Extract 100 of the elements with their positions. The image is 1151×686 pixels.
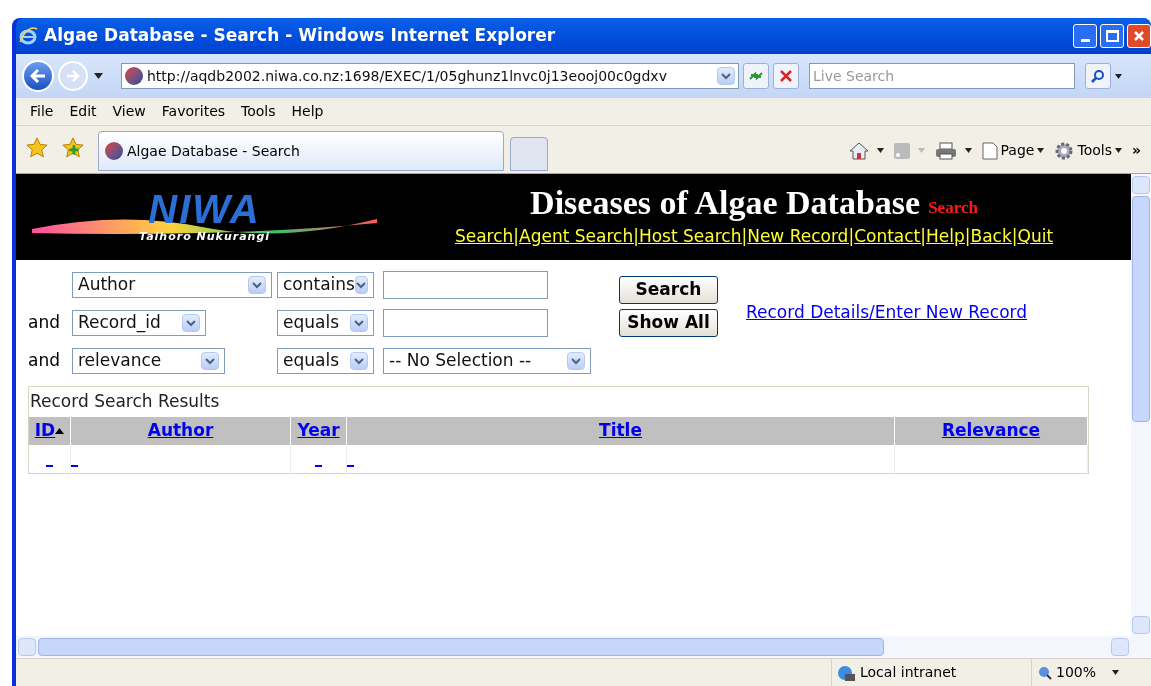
back-arrow-icon — [30, 69, 46, 83]
nav-link[interactable]: Agent Search| — [519, 224, 639, 250]
refresh-button[interactable] — [743, 63, 769, 89]
logo-tagline: Taihoro Nukurangi — [138, 228, 271, 245]
menu-item[interactable]: File — [28, 101, 56, 122]
tools-menu-button[interactable]: Tools — [1054, 140, 1122, 161]
horizontal-scrollbar[interactable] — [16, 636, 1151, 658]
browser-tab[interactable]: Algae Database - Search — [98, 131, 504, 171]
new-tab-button[interactable] — [510, 137, 548, 171]
scroll-thumb[interactable] — [1132, 196, 1150, 422]
vertical-scrollbar[interactable] — [1131, 174, 1151, 636]
dropdown-button[interactable] — [350, 352, 368, 370]
caret-icon — [354, 357, 364, 365]
scroll-thumb[interactable] — [38, 638, 884, 656]
column-header[interactable]: Title — [347, 417, 895, 445]
nav-link[interactable]: Quit — [1017, 224, 1054, 250]
caret-icon — [876, 148, 884, 153]
nav-link[interactable]: New Record| — [747, 224, 855, 250]
select-field[interactable]: -- No Selection -- — [383, 348, 591, 374]
add-favorite-icon[interactable] — [62, 137, 84, 159]
caret-icon — [354, 319, 364, 327]
menu-item[interactable]: View — [110, 101, 148, 122]
gear-icon — [1054, 140, 1075, 161]
form-button[interactable]: Search — [619, 276, 718, 304]
dropdown-button[interactable] — [717, 67, 735, 85]
select-field[interactable]: contains — [277, 272, 374, 298]
menu-item[interactable]: Tools — [239, 101, 278, 122]
feed-icon — [893, 142, 910, 159]
value-field[interactable] — [383, 309, 548, 337]
search-button[interactable] — [1085, 63, 1111, 89]
dropdown-button[interactable] — [567, 352, 585, 370]
house-icon — [848, 141, 869, 160]
dropdown-button[interactable] — [248, 276, 266, 294]
address-field[interactable]: http://aqdb2002.niwa.co.nz:1698/EXEC/1/05ghunz1lnvc0j13eooj00c0gdxv — [121, 63, 739, 89]
nav-link[interactable]: Search| — [454, 224, 520, 250]
caret-icon — [964, 148, 972, 153]
stop-icon — [780, 70, 792, 82]
page-title: Diseases of Algae Database — [530, 184, 921, 223]
feeds-button[interactable] — [893, 142, 925, 159]
print-button[interactable] — [934, 141, 972, 160]
nav-link[interactable]: Back| — [970, 224, 1018, 250]
close-button[interactable] — [1127, 24, 1151, 48]
dropdown-button[interactable] — [201, 352, 219, 370]
caret-icon — [205, 357, 215, 365]
search-icon — [1091, 69, 1105, 83]
value-field[interactable] — [383, 271, 548, 299]
search-field[interactable]: Live Search — [809, 63, 1075, 89]
zoom-dropdown-icon[interactable] — [1112, 670, 1120, 675]
menu-item[interactable]: Help — [289, 101, 326, 122]
refresh-icon — [748, 69, 764, 83]
select-field[interactable]: Record_id — [72, 310, 206, 336]
connector-label: and — [28, 312, 60, 333]
zoom-level[interactable]: 100% — [1056, 662, 1097, 683]
security-zone: Local intranet — [860, 663, 957, 682]
caret-icon — [917, 148, 925, 153]
caret-icon — [356, 281, 367, 289]
search-options-icon[interactable] — [1115, 73, 1122, 79]
column-header[interactable]: Author — [71, 417, 291, 445]
select-field[interactable]: equals — [277, 348, 374, 374]
record-details-link[interactable]: Record Details/Enter New Record — [746, 300, 1028, 322]
star-icon[interactable] — [26, 137, 48, 159]
logo-text: NIWA — [148, 188, 261, 229]
caret-icon — [721, 72, 731, 80]
form-button[interactable]: Show All — [619, 309, 718, 337]
site-icon — [125, 67, 143, 85]
connector-label: and — [28, 350, 60, 371]
dropdown-button[interactable] — [182, 314, 200, 332]
column-header[interactable]: Relevance — [895, 417, 1088, 445]
select-field[interactable]: relevance — [72, 348, 225, 374]
page-menu-button[interactable]: Page — [981, 140, 1045, 161]
minimize-button[interactable] — [1073, 24, 1097, 48]
back-button[interactable] — [22, 60, 54, 92]
history-dropdown-icon[interactable] — [94, 73, 103, 79]
home-button[interactable] — [848, 141, 884, 160]
more-button[interactable]: » — [1131, 140, 1141, 161]
caret-icon — [571, 357, 581, 365]
dropdown-button[interactable] — [350, 314, 368, 332]
caret-icon — [1037, 148, 1045, 153]
close-icon — [1133, 30, 1145, 42]
forward-arrow-icon — [66, 70, 80, 82]
maximize-button[interactable] — [1100, 24, 1124, 48]
stop-button[interactable] — [773, 63, 799, 89]
nav-link[interactable]: Host Search| — [638, 224, 748, 250]
nav-link[interactable]: Contact| — [854, 224, 926, 250]
globe-icon — [836, 663, 856, 682]
ie-logo-icon — [18, 26, 38, 46]
select-field[interactable]: Author — [72, 272, 272, 298]
menu-item[interactable]: Edit — [67, 101, 99, 122]
zoom-icon — [1038, 665, 1052, 680]
caret-icon — [186, 319, 196, 327]
caret-icon — [1114, 148, 1122, 153]
window-title: Algae Database - Search - Windows Internet Explorer — [44, 24, 556, 48]
select-field[interactable]: equals — [277, 310, 374, 336]
nav-link[interactable]: Help| — [926, 224, 971, 250]
column-header[interactable]: Year — [291, 417, 347, 445]
column-header[interactable]: ID — [29, 417, 71, 445]
dropdown-button[interactable] — [354, 276, 368, 294]
page-subtitle: Search — [928, 196, 978, 219]
printer-icon — [934, 141, 957, 160]
menu-item[interactable]: Favorites — [159, 101, 228, 122]
